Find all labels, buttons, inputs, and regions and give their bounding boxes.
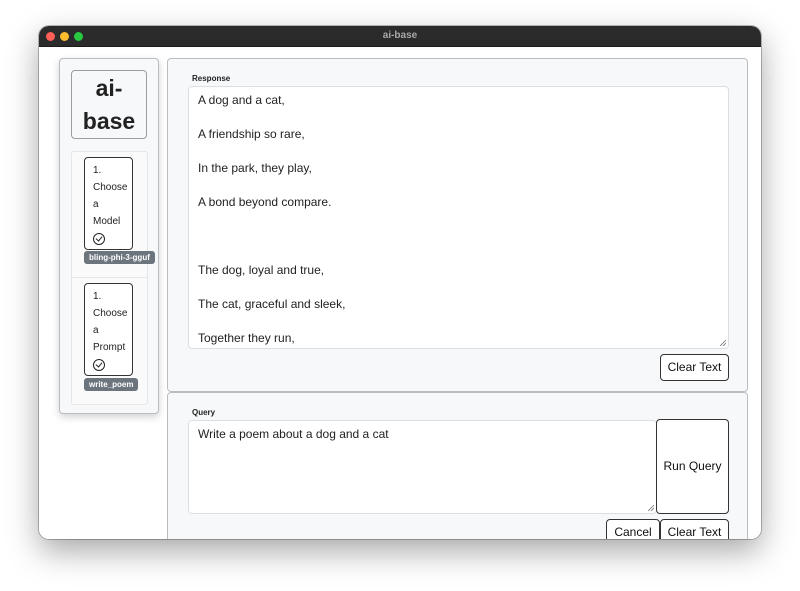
app-window: ai-base ai- base 1. Choose a Model bling… bbox=[39, 26, 761, 539]
step-number: 1. bbox=[93, 291, 102, 302]
clear-query-button[interactable]: Clear Text bbox=[660, 519, 729, 539]
response-label: Response bbox=[192, 74, 231, 83]
response-line: A friendship so rare, bbox=[198, 127, 305, 141]
response-line: The cat, graceful and sleek, bbox=[198, 297, 346, 311]
response-text: A dog and a cat, A friendship so rare, I… bbox=[198, 92, 346, 348]
clear-response-button[interactable]: Clear Text bbox=[660, 354, 729, 381]
logo-line-1: ai- bbox=[95, 75, 123, 101]
step-list: 1. Choose a Model bling-phi-3-gguf 1. Ch… bbox=[71, 151, 155, 405]
logo-line-2: base bbox=[82, 108, 136, 134]
prompt-badge: write_poem bbox=[84, 378, 139, 391]
step-number: 1. bbox=[93, 165, 102, 176]
step-text: Prompt bbox=[93, 342, 126, 353]
response-line: A bond beyond compare. bbox=[198, 195, 332, 209]
response-line: In the park, they play, bbox=[198, 161, 312, 175]
query-text: Write a poem about a dog and a cat bbox=[198, 427, 389, 441]
response-panel: Response A dog and a cat, A friendship s… bbox=[167, 58, 748, 392]
response-line bbox=[198, 228, 345, 262]
sidebar: ai- base 1. Choose a Model bling-phi-3-g… bbox=[59, 58, 159, 414]
step-text: Choose bbox=[93, 308, 128, 319]
check-circle-icon bbox=[93, 233, 105, 245]
query-input[interactable]: Write a poem about a dog and a cat bbox=[188, 420, 657, 514]
step-choose-model[interactable]: 1. Choose a Model bbox=[84, 157, 133, 250]
step-choose-prompt[interactable]: 1. Choose a Prompt bbox=[84, 283, 133, 376]
window-title: ai-base bbox=[382, 30, 418, 41]
query-panel: Query Write a poem about a dog and a cat… bbox=[167, 392, 748, 539]
step-text: Choose bbox=[93, 182, 128, 193]
step-text: a bbox=[93, 325, 99, 336]
check-circle-icon bbox=[93, 359, 105, 371]
app-logo: ai- base bbox=[71, 70, 147, 139]
response-textarea[interactable]: A dog and a cat, A friendship so rare, I… bbox=[188, 86, 729, 349]
response-line: Together they run, bbox=[198, 331, 295, 345]
step-text: Model bbox=[93, 216, 121, 227]
query-label: Query bbox=[192, 408, 216, 417]
run-query-button[interactable]: Run Query bbox=[656, 419, 729, 514]
title-bar: ai-base bbox=[39, 26, 761, 47]
step-divider bbox=[72, 277, 147, 278]
resize-handle-icon[interactable] bbox=[720, 340, 726, 346]
app-content: ai- base 1. Choose a Model bling-phi-3-g… bbox=[39, 47, 761, 539]
resize-handle-icon[interactable] bbox=[648, 505, 654, 511]
cancel-button[interactable]: Cancel bbox=[606, 519, 660, 539]
model-badge: bling-phi-3-gguf bbox=[84, 251, 155, 264]
response-line: A dog and a cat, bbox=[198, 93, 285, 107]
response-line: The dog, loyal and true, bbox=[198, 263, 325, 277]
step-text: a bbox=[93, 199, 99, 210]
